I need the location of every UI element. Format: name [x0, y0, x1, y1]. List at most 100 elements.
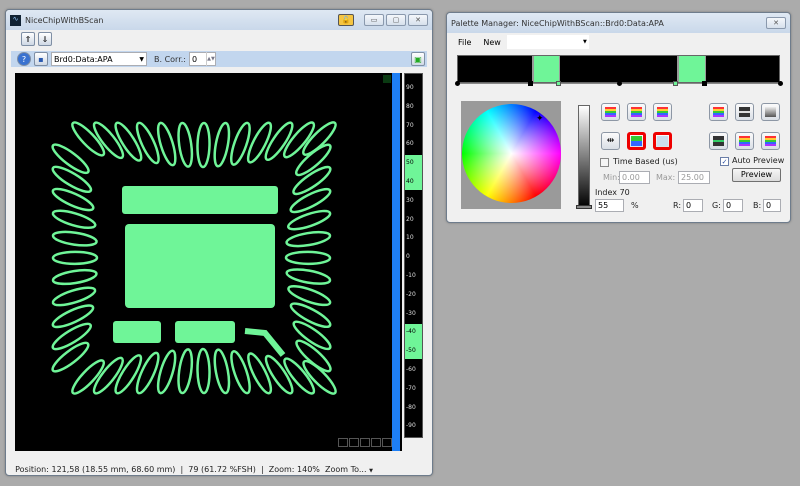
max-field[interactable]: 25.00 [678, 171, 710, 184]
time-based-label: Time Based (us) [613, 157, 678, 166]
fit-icon[interactable] [338, 438, 348, 447]
percent-stepper[interactable]: 55 [595, 199, 624, 212]
bcorr-stepper[interactable]: 0 ▲▼ [189, 52, 216, 66]
solder-pad [285, 230, 332, 248]
corner-marker-icon [383, 75, 391, 83]
window-title: Palette Manager: NiceChipWithBScan::Brd0… [451, 18, 664, 28]
brightness-handle[interactable] [576, 205, 592, 209]
close-button[interactable]: ✕ [766, 17, 786, 29]
scale-tick-label: 0 [406, 253, 410, 261]
marker-handle[interactable] [528, 81, 533, 86]
line-icon[interactable] [360, 438, 370, 447]
vertical-scrollbar[interactable] [392, 73, 400, 451]
palette-icon[interactable]: ▣ [411, 52, 425, 66]
measure-icon[interactable] [349, 438, 359, 447]
menu-bar: File New ▼ [447, 33, 790, 51]
arrow-up-box-icon[interactable]: ⇑ [21, 32, 35, 46]
palette-select[interactable]: ▼ [506, 35, 589, 49]
b-field[interactable]: 0 [763, 199, 781, 212]
marker-handle[interactable] [455, 81, 460, 86]
min-field[interactable]: 0.00 [619, 171, 650, 184]
marker-handle[interactable] [617, 81, 622, 86]
palette-solid-icon[interactable] [653, 132, 672, 150]
scale-tick-label: -30 [406, 309, 416, 317]
scale-tick-label: -80 [406, 403, 416, 411]
scale-tick-label: 60 [406, 140, 414, 148]
title-bar: Palette Manager: NiceChipWithBScan::Brd0… [447, 13, 790, 33]
palette-gray-icon[interactable] [761, 103, 780, 121]
palette-rainbow-icon[interactable] [709, 103, 728, 121]
color-picker-cursor-icon[interactable]: ✦ [536, 114, 544, 124]
min-label: Min: [603, 173, 620, 182]
chevron-down-icon: ▼ [139, 55, 144, 63]
scale-tick-label: -40 [406, 328, 416, 336]
arrow-down-box-icon[interactable]: ⇓ [38, 32, 52, 46]
title-bar: ∿ NiceChipWithBScan 🔓 ▭ ▢ ✕ [6, 10, 432, 30]
palette-gradient-icon[interactable] [627, 132, 646, 150]
status-bar: Position: 121,58 (18.55 mm, 68.60 mm) | … [15, 465, 373, 474]
g-label: G: [712, 201, 721, 210]
view-mode-icons [338, 438, 392, 447]
die-main-block [125, 224, 275, 308]
auto-preview-checkbox[interactable]: ✓ [720, 157, 729, 166]
dataset-select[interactable]: Brd0:Data:APA ▼ [51, 52, 147, 66]
scale-tick-label: 70 [406, 121, 414, 129]
solder-pad [284, 250, 332, 266]
palette-green-band [677, 56, 706, 82]
bcorr-label: B. Corr.: [154, 54, 186, 64]
toolbar: ⇑ ⇓ [6, 30, 432, 48]
palette-green-bands-icon[interactable] [709, 132, 728, 150]
palette-markers [455, 81, 783, 86]
g-field[interactable]: 0 [723, 199, 743, 212]
color-wheel[interactable] [462, 104, 561, 203]
preview-button[interactable]: Preview [732, 168, 781, 182]
zoom-to-dropdown[interactable]: Zoom To... [325, 465, 367, 474]
palette-green-band [532, 56, 560, 82]
marker-handle[interactable] [556, 81, 561, 86]
brightness-slider[interactable] [578, 105, 590, 208]
marker-handle[interactable] [673, 81, 678, 86]
solder-pad [196, 347, 211, 395]
palette-load-icon[interactable] [601, 103, 620, 121]
marker-handle[interactable] [778, 81, 783, 86]
palette-gray-bands-icon[interactable] [735, 103, 754, 121]
app-icon: ∿ [10, 14, 21, 26]
menu-new[interactable]: New [483, 38, 500, 47]
scale-tick-label: 90 [406, 84, 414, 91]
die-bottom-block [175, 321, 235, 343]
solder-pad [213, 348, 231, 395]
palette-bar[interactable] [457, 55, 780, 83]
palette-add-icon[interactable] [627, 103, 646, 121]
help-icon[interactable]: ? [17, 52, 31, 66]
save-icon[interactable]: ▪ [34, 52, 48, 66]
bcorr-value: 0 [192, 54, 198, 64]
maximize-button[interactable]: ▢ [386, 14, 406, 26]
lock-icon[interactable]: 🔓 [338, 14, 354, 26]
minimize-button[interactable]: ▭ [364, 14, 384, 26]
palette-down-icon[interactable] [761, 132, 780, 150]
time-based-checkbox[interactable] [600, 158, 609, 167]
crosshair-icon[interactable] [371, 438, 381, 447]
solder-pad [177, 121, 194, 168]
chevron-down-icon[interactable]: ▼ [369, 468, 373, 474]
bracket-icon[interactable] [382, 438, 392, 447]
spin-arrows-icon[interactable]: ▲▼ [206, 52, 215, 66]
palette-spread-icon[interactable]: ⇹ [601, 132, 620, 150]
palette-default-icon[interactable] [653, 103, 672, 121]
scale-tick-label: -20 [406, 290, 416, 298]
auto-preview-label: Auto Preview [732, 156, 785, 165]
palette-up-icon[interactable] [735, 132, 754, 150]
menu-file[interactable]: File [458, 38, 471, 47]
scale-tick-label: 50 [406, 159, 414, 167]
status-zoom: Zoom: 140% [268, 465, 320, 474]
scale-tick-label: -90 [406, 422, 416, 430]
die-bottom-block [113, 321, 161, 343]
cscan-image[interactable] [15, 73, 402, 451]
solder-pad [177, 348, 194, 395]
color-wheel-panel: ✦ [461, 101, 561, 209]
r-field[interactable]: 0 [683, 199, 703, 212]
scale-tick-label: -10 [406, 272, 416, 279]
marker-handle[interactable] [702, 81, 707, 86]
index-label: Index 70 [595, 188, 630, 197]
close-button[interactable]: ✕ [408, 14, 428, 26]
